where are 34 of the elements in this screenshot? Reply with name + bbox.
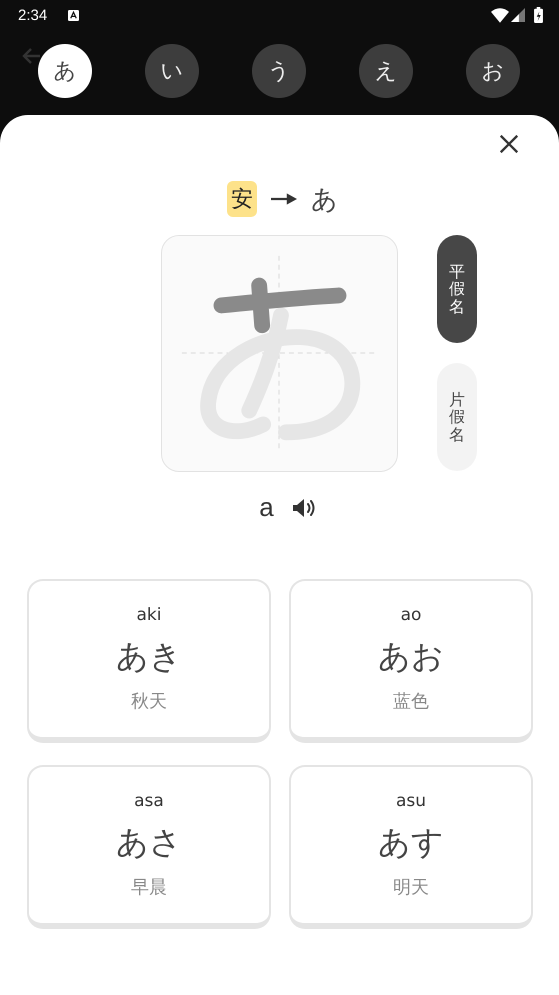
word-romaji: asu [396, 791, 426, 811]
stroke-canvas[interactable] [161, 235, 398, 472]
word-kana: あお [378, 636, 444, 677]
arrow-icon [271, 193, 297, 205]
word-kana: あさ [116, 822, 182, 863]
status-time: 2:34 [18, 6, 48, 24]
word-meaning: 秋天 [131, 690, 167, 713]
script-tab[interactable]: 片假名 [437, 363, 477, 471]
kana-tab[interactable]: あ [38, 44, 92, 98]
kana-tab[interactable]: お [466, 44, 520, 98]
word-meaning: 明天 [393, 876, 429, 899]
word-kana: あす [378, 822, 444, 863]
word-card[interactable]: asu あす 明天 [289, 765, 533, 929]
word-romaji: aki [136, 605, 162, 625]
word-card[interactable]: aki あき 秋天 [27, 579, 271, 743]
kana-tab[interactable]: う [252, 44, 306, 98]
word-meaning: 蓝色 [393, 690, 429, 713]
kana-tab[interactable]: い [145, 44, 199, 98]
script-tab[interactable]: 平假名 [437, 235, 477, 343]
word-romaji: ao [400, 605, 422, 625]
keyboard-icon [68, 10, 80, 20]
origin-kanji: 安 [227, 181, 257, 217]
kana-tab[interactable]: え [359, 44, 413, 98]
romaji-label: a [259, 492, 274, 523]
word-kana: あき [116, 636, 182, 677]
word-meaning: 早晨 [131, 876, 167, 899]
signal-icon [511, 8, 525, 22]
word-romaji: asa [134, 791, 164, 811]
battery-icon [534, 7, 543, 23]
wifi-icon [491, 8, 509, 22]
word-card[interactable]: asa あさ 早晨 [27, 765, 271, 929]
close-icon[interactable] [498, 133, 520, 155]
origin-kana: あ [311, 184, 338, 216]
word-card[interactable]: ao あお 蓝色 [289, 579, 533, 743]
